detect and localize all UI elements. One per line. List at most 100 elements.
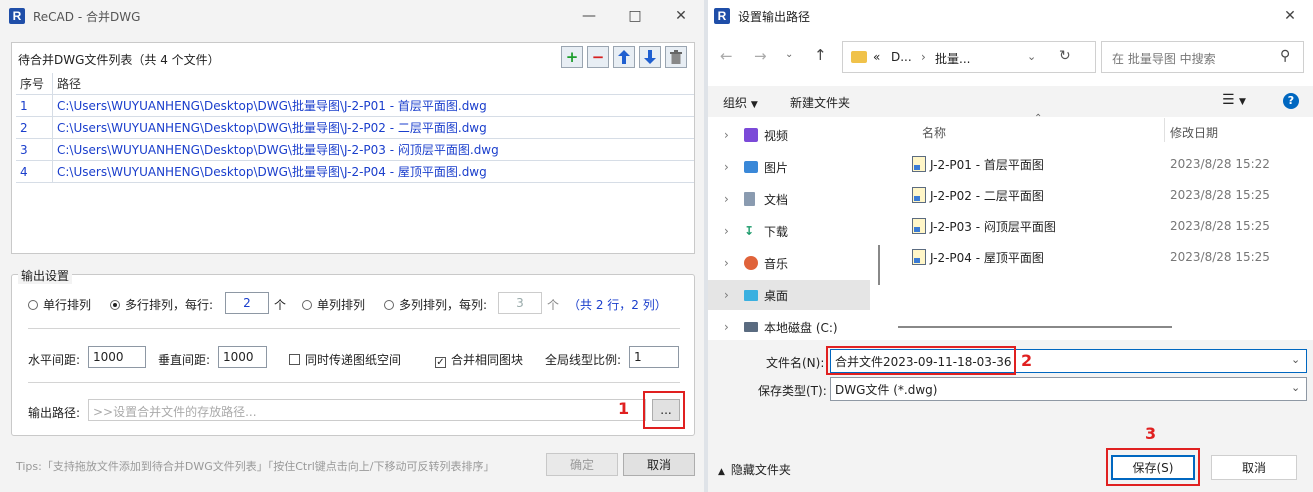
row-path: C:\Users\WUYUANHENG\Desktop\DWG\批量导图\J-2… [52,116,694,139]
table-row[interactable]: 4 C:\Users\WUYUANHENG\Desktop\DWG\批量导图\J-… [16,160,694,183]
dialog-cancel-button[interactable]: 取消 [1211,455,1297,480]
output-settings-legend: 输出设置 [18,267,73,284]
output-path-input[interactable]: >>设置合并文件的存放路径... [88,399,646,421]
nav-item-videos[interactable]: › 视频 [708,120,870,150]
navigation-pane: › 视频 › 图片 › 文档 › ↧ 下载 › 音乐 › 桌面 › 本地磁盘 (C:) [708,118,876,340]
column-header-path: 路径 [52,73,694,95]
folder-icon [851,51,867,63]
dialog-title: 设置输出路径 [738,9,811,24]
save-button[interactable]: 保存(S) [1111,455,1195,480]
v-gap-input[interactable]: 1000 [218,346,267,368]
per-row-input[interactable]: 2 [225,292,269,314]
dwg-file-icon [912,156,926,172]
table-row[interactable]: 1 C:\Users\WUYUANHENG\Desktop\DWG\批量导图\J-… [16,94,694,117]
single-row-radio[interactable]: 单行排列 [28,296,91,313]
address-dropdown-icon[interactable]: ⌄ [1027,50,1036,63]
annotation-number-1: 1 [618,399,630,418]
hide-folders-toggle[interactable]: ▲ 隐藏文件夹 [718,461,791,478]
close-button[interactable]: ✕ [658,0,704,32]
dialog-title-bar: R 设置输出路径 [708,0,1313,32]
file-date: 2023/8/28 15:25 [1170,188,1270,202]
cancel-button[interactable]: 取消 [623,453,695,476]
move-down-button[interactable] [639,46,661,68]
chevron-down-icon: ⌄ [1291,381,1301,394]
merge-blocks-checkbox[interactable]: ✓ 合并相同图块 [435,351,523,368]
minimize-button[interactable]: — [566,0,612,32]
address-bar[interactable]: « D... › 批量... ⌄ ↻ [842,41,1096,73]
breadcrumb-item-d[interactable]: D... [891,50,912,64]
search-icon: ⚲ [1280,48,1291,64]
table-row[interactable]: 3 C:\Users\WUYUANHENG\Desktop\DWG\批量导图\J-… [16,138,694,161]
refresh-icon[interactable]: ↻ [1059,48,1071,64]
view-options-icon[interactable]: ☰ ▼ [1222,92,1246,108]
breadcrumb-item-batch[interactable]: 批量... [935,50,970,67]
h-gap-label: 水平间距: [28,353,81,367]
row-no: 3 [16,138,53,161]
h-gap-input[interactable]: 1000 [88,346,146,368]
file-date: 2023/8/28 15:22 [1170,157,1270,171]
single-col-radio[interactable]: 单列排列 [302,296,365,313]
list-item[interactable]: J-2-P01 - 首层平面图 [912,150,1044,178]
row-no: 2 [16,116,53,139]
column-divider [1164,118,1165,142]
merge-blocks-label: 合并相同图块 [451,353,524,367]
delete-all-button[interactable] [665,46,687,68]
chevron-right-icon: › [724,192,729,206]
nav-item-pictures[interactable]: › 图片 [708,152,870,182]
checkbox-icon [289,354,300,365]
sync-space-checkbox[interactable]: 同时传递图纸空间 [289,351,401,368]
help-icon[interactable]: ? [1283,93,1299,109]
move-up-button[interactable] [613,46,635,68]
chevron-right-icon: › [724,320,729,334]
add-file-button[interactable]: + [561,46,583,68]
row-path: C:\Users\WUYUANHENG\Desktop\DWG\批量导图\J-2… [52,94,694,117]
list-item[interactable]: J-2-P03 - 闷顶层平面图 [912,212,1056,240]
breadcrumb-separator-icon: › [921,50,926,64]
file-date: 2023/8/28 15:25 [1170,219,1270,233]
nav-scrollbar[interactable] [878,245,880,285]
row-no: 1 [16,94,53,117]
ok-button[interactable]: 确定 [546,453,618,476]
maximize-button[interactable]: □ [612,0,658,32]
nav-label: 音乐 [764,256,789,271]
up-arrow-icon[interactable]: ↑ [814,46,827,64]
chevron-right-icon: › [724,224,729,238]
nav-item-downloads[interactable]: › ↧ 下载 [708,216,870,246]
output-settings-group: 输出设置 单行排列 多行排列，每行: 2 个 单列排列 多列排列，每列: 3 个… [11,267,695,436]
table-row[interactable]: 2 C:\Users\WUYUANHENG\Desktop\DWG\批量导图\J-… [16,116,694,139]
divider [28,382,680,383]
new-folder-button[interactable]: 新建文件夹 [790,94,850,111]
nav-item-documents[interactable]: › 文档 [708,184,870,214]
single-col-label: 单列排列 [317,298,366,312]
back-arrow-icon[interactable]: ← [720,47,733,65]
annotation-box-1 [643,391,685,429]
multi-row-radio[interactable]: 多行排列，每行: [110,296,213,313]
column-header-name[interactable]: 名称 [922,124,946,141]
horizontal-scrollbar[interactable] [898,326,1172,328]
nav-item-local-disk[interactable]: › 本地磁盘 (C:) [708,312,870,342]
column-header-date[interactable]: 修改日期 [1170,124,1218,141]
dwg-file-icon [912,218,926,234]
forward-arrow-icon[interactable]: → [754,47,767,65]
file-list-header: 待合并DWG文件列表（共 4 个文件） [18,53,220,67]
document-icon [744,192,755,206]
remove-file-button[interactable]: − [587,46,609,68]
organize-menu[interactable]: 组织 ▼ [723,94,758,111]
per-col-input[interactable]: 3 [498,292,542,314]
chevron-right-icon: › [724,128,729,142]
divider [28,328,680,329]
nav-item-desktop[interactable]: › 桌面 [708,280,870,310]
picture-icon [744,161,758,173]
list-item[interactable]: J-2-P02 - 二层平面图 [912,181,1044,209]
recent-chevron-icon[interactable]: ⌄ [785,49,793,60]
dialog-close-button[interactable]: ✕ [1267,0,1313,32]
chevron-right-icon: › [724,256,729,270]
linescale-input[interactable]: 1 [629,346,679,368]
nav-item-music[interactable]: › 音乐 [708,248,870,278]
file-type-select[interactable]: DWG文件 (*.dwg) ⌄ [830,377,1307,401]
list-item[interactable]: J-2-P04 - 屋顶平面图 [912,243,1044,271]
search-input[interactable]: 在 批量导图 中搜索 ⚲ [1101,41,1304,73]
dwg-file-icon [912,249,926,265]
row-no: 4 [16,160,53,183]
multi-col-radio[interactable]: 多列排列，每列: [384,296,487,313]
